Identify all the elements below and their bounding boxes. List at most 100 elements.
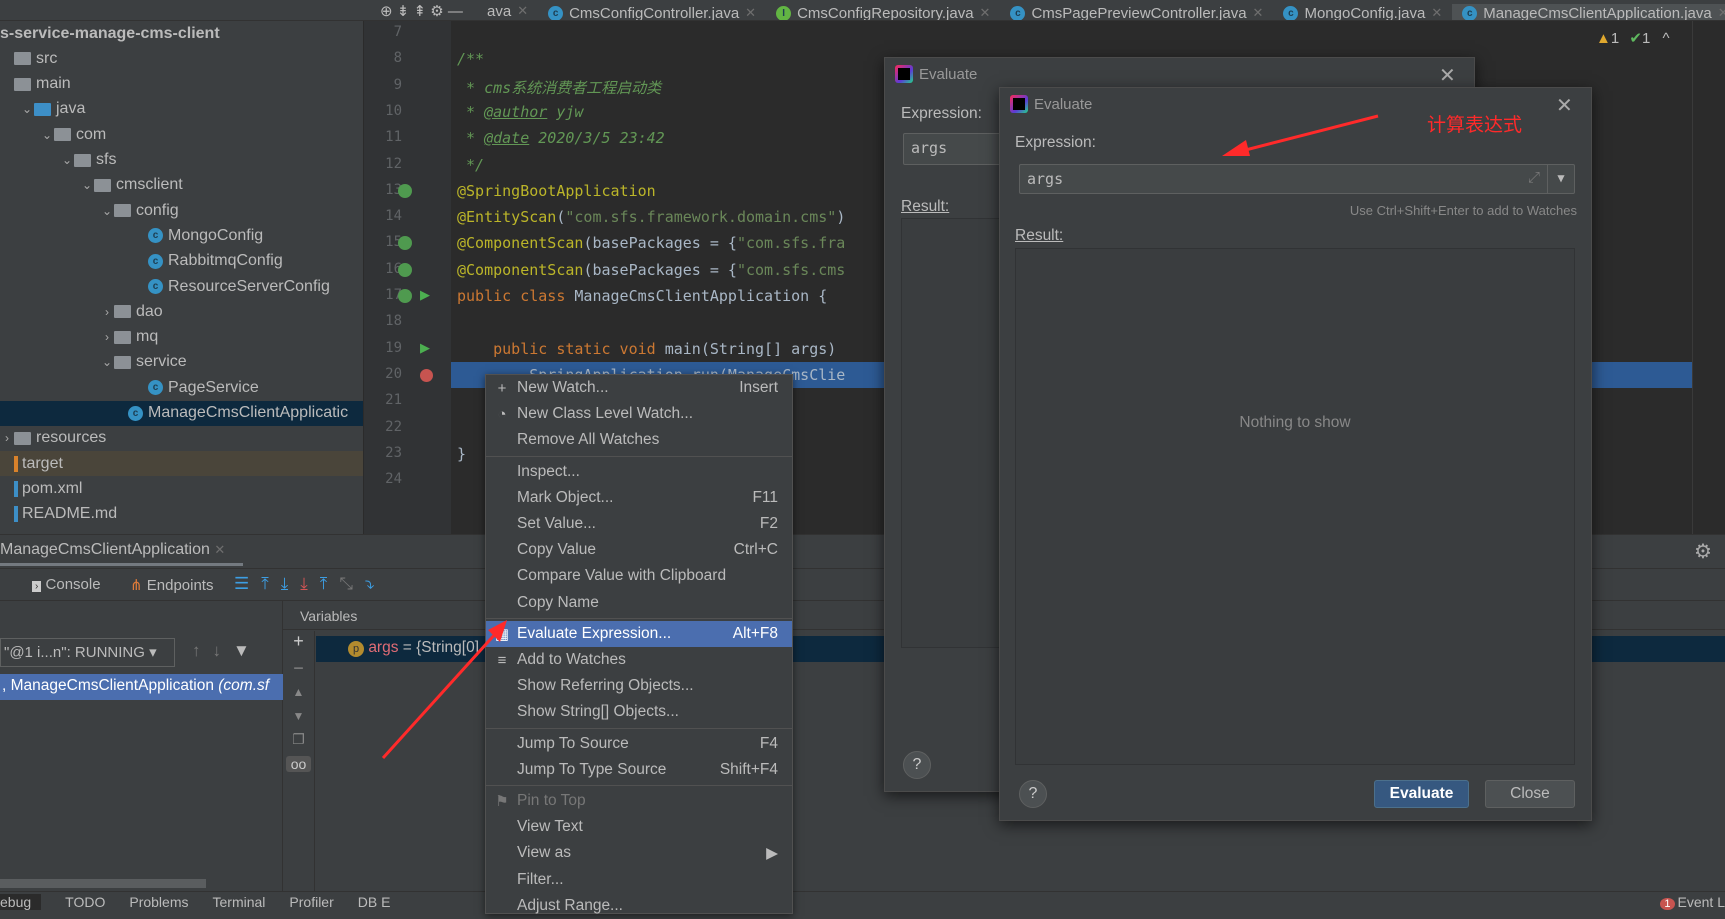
menu-item[interactable]: Set Value... F2 xyxy=(486,511,792,537)
tool-window-button[interactable]: DB E xyxy=(358,894,391,910)
code-line[interactable]: public class ManageCmsClientApplication … xyxy=(457,287,827,305)
close-icon[interactable]: ✕ xyxy=(745,5,756,20)
menu-item[interactable]: Show String[] Objects... xyxy=(486,699,792,725)
run-icon[interactable]: ▶ xyxy=(420,340,430,356)
tool-window-button[interactable]: Terminal xyxy=(213,894,266,910)
tool-window-button[interactable]: 1 Event L xyxy=(1660,894,1725,910)
menu-item[interactable]: Adjust Range... xyxy=(486,893,792,919)
menu-item[interactable]: Copy Value Ctrl+C xyxy=(486,537,792,563)
editor-tab[interactable]: c ManageCmsClientApplication.java ✕ xyxy=(1452,4,1725,20)
project-tree-item[interactable]: › resources xyxy=(0,426,363,451)
project-tree-item[interactable]: ⌄ com xyxy=(0,122,363,147)
project-tree-item[interactable]: ⌄ cmsclient xyxy=(0,173,363,198)
project-tree-item[interactable]: c RabbitmqConfig xyxy=(0,249,363,274)
variables-side-toolbar[interactable]: + − ▲ ▼ ❐ oo xyxy=(283,631,315,891)
chevron-up-icon[interactable]: ^ xyxy=(1662,30,1669,47)
chevron-down-icon[interactable]: ⌄ xyxy=(100,355,114,369)
menu-item[interactable]: ≡ Add to Watches xyxy=(486,647,792,673)
chevron-right-icon[interactable]: › xyxy=(100,330,114,344)
frame-nav-icons[interactable]: ↑↓▼ xyxy=(192,641,262,661)
editor-tab[interactable]: c MongoConfig.java ✕ xyxy=(1273,3,1452,20)
menu-item[interactable]: Filter... xyxy=(486,867,792,893)
expand-icon[interactable]: ⤢ xyxy=(1528,168,1540,186)
help-button[interactable]: ? xyxy=(903,751,931,779)
menu-item[interactable]: View as ▶ xyxy=(486,840,792,866)
project-tree-item[interactable]: › dao xyxy=(0,299,363,324)
code-line[interactable]: */ xyxy=(457,156,484,174)
help-button[interactable]: ? xyxy=(1019,780,1047,808)
chevron-down-icon[interactable]: ⌄ xyxy=(100,204,114,218)
close-button[interactable]: Close xyxy=(1485,780,1575,808)
project-tree-item[interactable]: s-service-manage-cms-client xyxy=(0,21,363,46)
gear-icon[interactable]: ⚙ xyxy=(1694,539,1712,564)
project-tree-item[interactable]: ⌄ sfs xyxy=(0,148,363,173)
tool-window-button[interactable]: Profiler xyxy=(289,894,333,910)
close-icon[interactable]: ✕ xyxy=(517,3,528,19)
menu-item[interactable]: ▦ Evaluate Expression... Alt+F8 xyxy=(486,620,792,647)
code-line[interactable]: * @date 2020/3/5 23:42 xyxy=(457,129,665,147)
editor-tab[interactable]: ava ✕ xyxy=(477,1,538,21)
menu-item[interactable]: Compare Value with Clipboard xyxy=(486,563,792,589)
spring-bean-icon[interactable] xyxy=(398,262,412,277)
add-icon[interactable]: + xyxy=(283,631,314,652)
editor-tab[interactable]: c CmsPagePreviewController.java ✕ xyxy=(1000,3,1273,20)
code-line[interactable]: * cms系统消费者工程启动类 xyxy=(457,77,661,98)
step-buttons[interactable]: ☰⤒⤓⤓⤒⤡⤵ xyxy=(234,574,386,594)
evaluate-button[interactable]: Evaluate xyxy=(1374,780,1469,808)
chevron-down-icon[interactable]: ⌄ xyxy=(60,153,74,167)
debug-session-tab[interactable]: ManageCmsClientApplication ✕ xyxy=(0,541,243,566)
code-line[interactable]: } xyxy=(457,445,466,463)
code-line[interactable]: /** xyxy=(457,50,484,68)
code-line[interactable]: * @author yjw xyxy=(457,103,583,121)
tool-window-button[interactable]: ebug xyxy=(0,894,42,910)
console-tab[interactable]: › Console xyxy=(32,576,101,593)
project-tree-item[interactable]: › mq xyxy=(0,325,363,350)
menu-item[interactable]: Inspect... xyxy=(486,459,792,485)
close-icon[interactable]: ✕ xyxy=(980,5,991,20)
menu-item[interactable]: Jump To Type Source Shift+F4 xyxy=(486,757,792,783)
spring-bean-icon[interactable] xyxy=(398,289,412,303)
project-tree-item[interactable]: c ResourceServerConfig xyxy=(0,274,363,299)
menu-item[interactable]: Copy Name xyxy=(486,590,792,616)
tool-window-button[interactable]: Problems xyxy=(129,894,188,910)
inspection-widget[interactable]: ▲1 ✔1 ^ xyxy=(1596,29,1670,47)
project-tree-item[interactable]: ⌄ java xyxy=(0,97,363,122)
code-line[interactable]: @ComponentScan(basePackages = {"com.sfs.… xyxy=(457,234,845,252)
chevron-down-icon[interactable]: ⌄ xyxy=(80,178,94,192)
spring-bean-icon[interactable] xyxy=(398,183,412,198)
menu-item[interactable]: Remove All Watches xyxy=(486,427,792,453)
project-tree-item[interactable]: pom.xml xyxy=(0,476,363,501)
debug-toolbar-icons[interactable]: ⊕ ⇟ ⇞ ⚙ — xyxy=(0,0,473,20)
close-icon[interactable]: ✕ xyxy=(214,542,225,557)
close-icon[interactable]: ✕ xyxy=(1556,93,1573,118)
menu-item[interactable]: + New Watch... Insert xyxy=(486,375,792,401)
menu-item[interactable]: Jump To Source F4 xyxy=(486,731,792,757)
chevron-down-icon[interactable]: ⌄ xyxy=(40,128,54,142)
down-icon[interactable]: ▼ xyxy=(283,709,314,723)
stack-frame[interactable]: , ManageCmsClientApplication (com.sf xyxy=(0,674,283,700)
project-tree-item[interactable]: target xyxy=(0,451,363,477)
project-tree-item[interactable]: c ManageCmsClientApplicatic xyxy=(0,400,363,426)
project-tree-item[interactable]: ⌄ config xyxy=(0,198,363,223)
history-dropdown-icon[interactable]: ▼ xyxy=(1547,164,1574,194)
menu-item[interactable]: View Text xyxy=(486,814,792,840)
editor-tab[interactable]: c CmsConfigController.java ✕ xyxy=(538,3,766,20)
project-tree-item[interactable]: c MongoConfig xyxy=(0,223,363,248)
chevron-right-icon[interactable]: › xyxy=(100,305,114,319)
breakpoint-icon[interactable] xyxy=(420,368,433,382)
run-icon[interactable]: ▶ xyxy=(420,287,430,303)
horizontal-scrollbar[interactable] xyxy=(0,879,206,888)
spring-bean-icon[interactable] xyxy=(398,236,412,251)
code-line[interactable]: @EntityScan("com.sfs.framework.domain.cm… xyxy=(457,208,845,226)
code-line[interactable]: public static void main(String[] args) xyxy=(457,340,836,358)
endpoints-tab[interactable]: ⋔ Endpoints xyxy=(130,576,213,594)
close-icon[interactable]: ✕ xyxy=(1253,5,1264,20)
code-line[interactable]: @SpringBootApplication xyxy=(457,182,656,200)
code-line[interactable]: @ComponentScan(basePackages = {"com.sfs.… xyxy=(457,261,845,279)
close-icon[interactable]: ✕ xyxy=(1718,5,1725,20)
tool-window-button[interactable]: TODO xyxy=(65,894,105,910)
project-tree-item[interactable]: src xyxy=(0,46,363,71)
watches-glasses-icon[interactable]: oo xyxy=(286,756,311,772)
project-tree-item[interactable]: ⌄ service xyxy=(0,350,363,375)
close-icon[interactable]: ✕ xyxy=(1431,5,1442,20)
